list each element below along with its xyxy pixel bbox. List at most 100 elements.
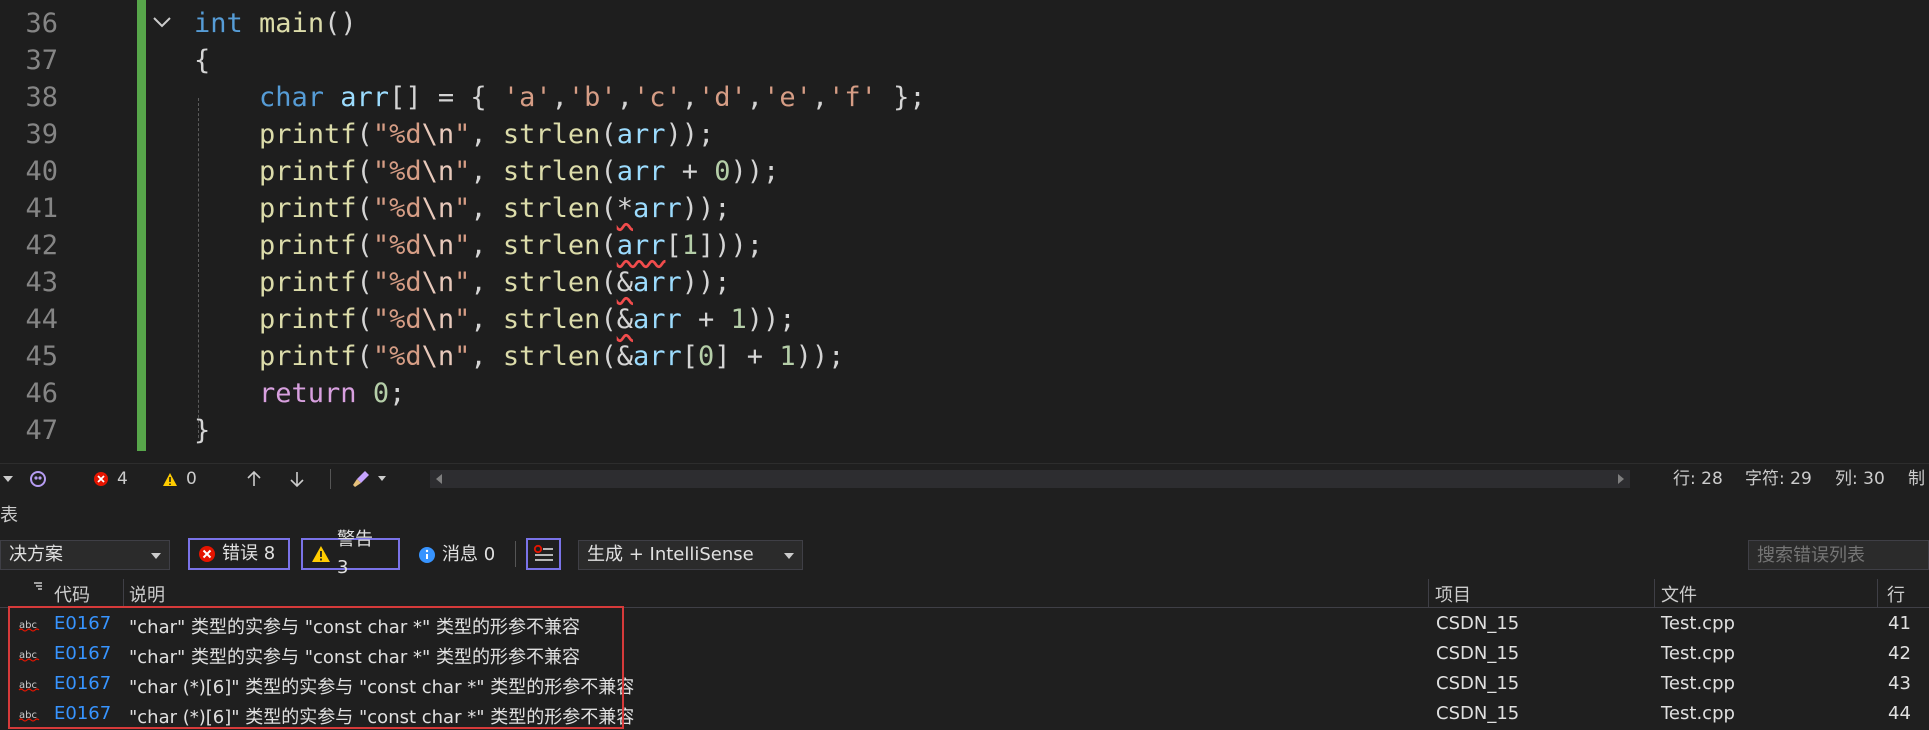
char-indicator[interactable]: 字符: 29 [1745,468,1812,490]
warning-icon [163,472,177,486]
error-description: "char" 类型的实参与 "const char *" 类型的形参不兼容 [129,647,580,668]
code-line: printf("%d\n", strlen(arr)); [259,119,715,150]
caret-down-icon [378,476,386,481]
error-project: CSDN_15 [1436,703,1520,724]
tab-indicator[interactable]: 制 [1908,468,1925,490]
error-code-link[interactable]: E0167 [54,613,111,634]
column-header-description[interactable]: 说明 [129,581,165,607]
table-row[interactable]: abc E0167 "char" 类型的实参与 "const char *" 类… [0,639,1929,669]
column-header-line[interactable]: 行 [1887,581,1905,607]
caret-down-icon [151,553,161,559]
search-error-list-input[interactable] [1748,540,1929,570]
filter-toggle-button[interactable] [526,538,561,570]
error-line: 44 [1888,703,1911,724]
error-line: 43 [1888,673,1911,694]
code-line: printf("%d\n", strlen(&arr + 1)); [259,304,796,335]
line-number: 38 [25,82,58,113]
error-file: Test.cpp [1661,673,1735,694]
toolbar-separator [515,541,516,567]
column-header-file[interactable]: 文件 [1661,581,1697,607]
build-filter-dropdown[interactable]: 生成 + IntelliSense [578,540,803,570]
warning-count[interactable]: 0 [162,468,197,490]
errors-filter-button[interactable]: 错误 8 [188,538,290,570]
error-count[interactable]: 4 [93,468,128,490]
error-project: CSDN_15 [1436,613,1520,634]
error-file: Test.cpp [1661,703,1735,724]
line-number: 41 [25,193,58,224]
error-list-panel: 表 决方案 错误 8 警告 3 消息 0 生成 + IntelliSense 搜… [0,497,1929,730]
error-code-link[interactable]: E0167 [54,673,111,694]
panel-title: 表 [0,505,18,526]
error-code-link[interactable]: E0167 [54,703,111,724]
error-icon [94,472,108,486]
line-number: 42 [25,230,58,261]
error-project: CSDN_15 [1436,643,1520,664]
table-row[interactable]: abc E0167 "char" 类型的实参与 "const char *" 类… [0,609,1929,639]
arrow-down-icon[interactable] [289,468,305,490]
info-icon [419,547,435,563]
filter-list-icon [533,544,553,561]
table-row[interactable]: abc E0167 "char (*)[6]" 类型的实参与 "const ch… [0,669,1929,699]
change-tracking-bar [137,0,146,451]
indent-guide [198,98,199,438]
error-code-link[interactable]: E0167 [54,643,111,664]
error-description: "char (*)[6]" 类型的实参与 "const char *" 类型的形… [129,677,635,698]
line-number: 45 [25,341,58,372]
error-line: 42 [1888,643,1911,664]
error-squiggle: & [616,267,633,298]
error-icon [199,546,215,562]
error-squiggle: & [616,304,633,335]
intellisense-error-icon: abc [18,710,40,722]
status-separator [330,469,331,489]
code-line: } [194,415,211,446]
code-line: { [194,45,211,76]
column-header-project[interactable]: 项目 [1435,581,1471,607]
caret-down-icon [784,553,794,559]
copilot-icon [30,471,46,487]
scroll-left-icon[interactable] [434,473,444,485]
code-line: printf("%d\n", strlen(&arr)); [259,267,731,298]
code-line: printf("%d\n", strlen(&arr[0] + 1)); [259,341,845,372]
intellisense-error-icon: abc [18,650,40,662]
error-line: 41 [1888,613,1911,634]
caret-down-icon [3,476,13,482]
warnings-filter-button[interactable]: 警告 3 [301,529,400,578]
error-file: Test.cpp [1661,643,1735,664]
intellisense-error-icon: abc [18,680,40,692]
code-editor[interactable]: 36 37 38 39 40 41 42 43 44 45 46 47 int … [0,0,1929,463]
code-line: char arr[] = { 'a','b','c','d','e','f' }… [259,82,926,113]
line-number: 36 [25,8,58,39]
brush-icon [353,471,369,487]
column-indicator[interactable]: 列: 30 [1835,468,1885,490]
line-number: 37 [25,45,58,76]
zoom-dropdown[interactable] [2,468,14,490]
column-headers: 代码 说明 项目 文件 行 [0,579,1929,608]
error-description: "char (*)[6]" 类型的实参与 "const char *" 类型的形… [129,707,635,728]
column-header-code[interactable]: 代码 [54,581,90,607]
table-row[interactable]: abc E0167 "char (*)[6]" 类型的实参与 "const ch… [0,699,1929,729]
error-file: Test.cpp [1661,613,1735,634]
code-line: printf("%d\n", strlen(arr[1])); [259,230,764,261]
line-number: 40 [25,156,58,187]
line-number: 44 [25,304,58,335]
code-line: printf("%d\n", strlen(arr + 0)); [259,156,780,187]
messages-filter-button[interactable]: 消息 0 [418,541,495,569]
copilot-icon[interactable] [28,468,48,490]
line-number: 47 [25,415,58,446]
error-project: CSDN_15 [1436,673,1520,694]
intellisense-error-icon: abc [18,620,40,632]
error-squiggle: * [616,193,633,224]
horizontal-scrollbar[interactable] [430,470,1630,488]
editor-status-bar: 4 0 行: 28 字符: 29 列: 30 制 [0,463,1929,494]
row-indicator[interactable]: 行: 28 [1673,468,1723,490]
scroll-right-icon[interactable] [1616,473,1626,485]
sort-icon[interactable] [32,581,44,593]
code-cleanup-button[interactable] [351,468,387,490]
line-number: 39 [25,119,58,150]
chevron-down-icon[interactable] [151,11,173,33]
scope-dropdown[interactable]: 决方案 [0,540,170,570]
arrow-up-icon[interactable] [246,468,262,490]
line-number: 46 [25,378,58,409]
code-line: return 0; [259,378,406,409]
code-line: printf("%d\n", strlen(*arr)); [259,193,731,224]
